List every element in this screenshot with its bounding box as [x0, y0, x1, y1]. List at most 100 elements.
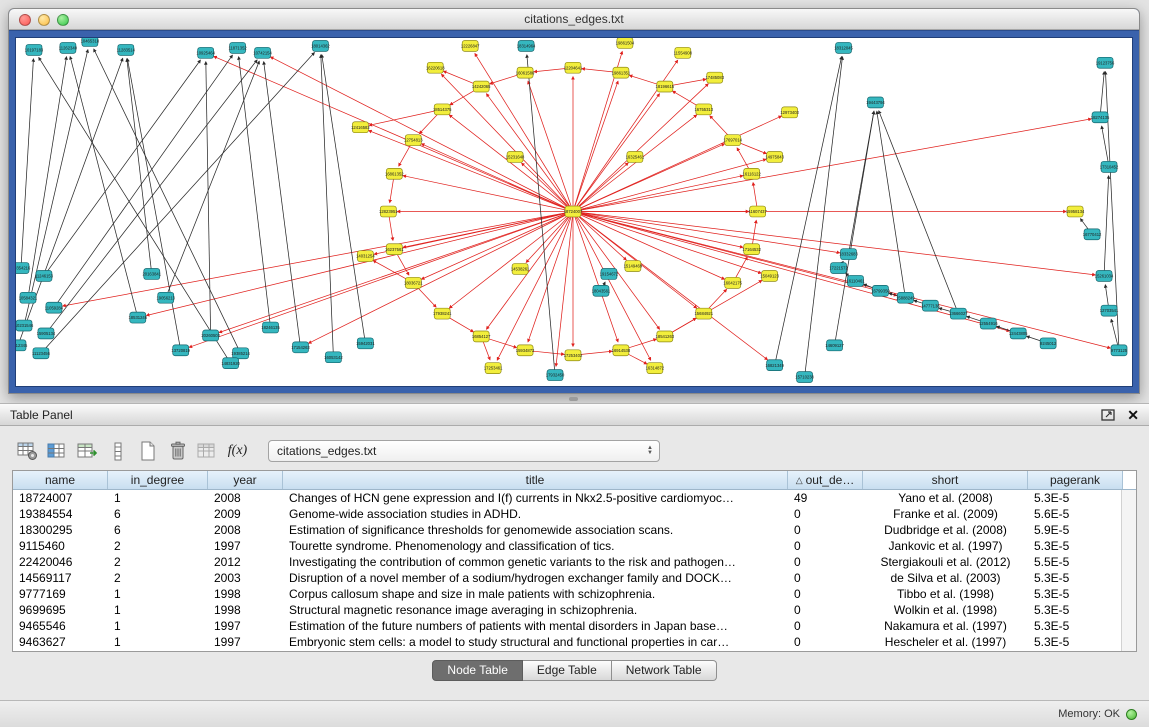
cell-in_degree[interactable]: 6	[108, 506, 208, 522]
cell-pagerank[interactable]: 5.3E-5	[1028, 634, 1123, 650]
panel-splitter-handle[interactable]	[569, 397, 578, 401]
graph-node[interactable]: 17154263	[291, 342, 310, 353]
graph-node[interactable]: 15905134	[37, 328, 56, 339]
float-panel-icon[interactable]	[1101, 409, 1115, 421]
cell-title[interactable]: Investigating the contribution of common…	[283, 554, 788, 570]
graph-node[interactable]: 14831920	[221, 358, 240, 369]
graph-node[interactable]: 18314964	[517, 40, 536, 51]
graph-node[interactable]: 15710238	[795, 372, 814, 383]
cell-name[interactable]: 19384554	[13, 506, 108, 522]
cell-name[interactable]: 9777169	[13, 586, 108, 602]
cell-name[interactable]: 9465546	[13, 618, 108, 634]
column-header-in_degree[interactable]: in_degree	[108, 471, 208, 489]
graph-node[interactable]: 16053142	[324, 352, 343, 363]
graph-node[interactable]: 17253461	[484, 363, 503, 374]
graph-node[interactable]: 15149469	[624, 261, 643, 272]
cell-title[interactable]: Corpus callosum shape and size in male p…	[283, 586, 788, 602]
graph-node[interactable]: 18312045	[834, 42, 853, 53]
graph-node[interactable]: 10465318	[81, 38, 100, 46]
graph-node[interactable]: 11283514	[117, 44, 136, 55]
cell-year[interactable]: 2008	[208, 522, 283, 538]
graph-node[interactable]: 13666027	[949, 308, 968, 319]
cell-name[interactable]: 14569117	[13, 570, 108, 586]
graph-node[interactable]: 9245012	[1040, 338, 1057, 349]
graph-node[interactable]: 18274135	[1091, 112, 1110, 123]
graph-node[interactable]: 15231648	[506, 152, 525, 163]
table-row[interactable]: 1456911722003Disruption of a novel membe…	[13, 570, 1136, 586]
graph-node[interactable]: 17164532	[742, 244, 761, 255]
new-document-button[interactable]	[134, 439, 161, 463]
cell-short[interactable]: Yano et al. (2008)	[863, 490, 1028, 506]
cell-out_degree[interactable]: 0	[788, 618, 863, 634]
cell-in_degree[interactable]: 1	[108, 618, 208, 634]
graph-node[interactable]: 16110461	[846, 275, 865, 286]
table-row[interactable]: 1872400712008Changes of HCN gene express…	[13, 490, 1136, 506]
zoom-window-button[interactable]	[57, 14, 69, 26]
table-row[interactable]: 1938455462009Genome-wide association stu…	[13, 506, 1136, 522]
table-row[interactable]: 2242004622012Investigating the contribut…	[13, 554, 1136, 570]
cell-name[interactable]: 9699695	[13, 602, 108, 618]
delete-button[interactable]	[164, 439, 191, 463]
graph-node[interactable]: 12416582	[351, 122, 370, 133]
graph-node[interactable]: 11871352	[228, 42, 247, 53]
graph-node[interactable]: 10231546	[16, 320, 34, 331]
graph-node[interactable]: 15958134	[1066, 206, 1085, 217]
graph-node[interactable]: 11123456	[32, 348, 51, 359]
graph-node[interactable]: 19123756	[1096, 57, 1115, 68]
graph-node[interactable]: 16314872	[646, 363, 665, 374]
cell-short[interactable]: Dudbridge et al. (2008)	[863, 522, 1028, 538]
table-row[interactable]: 1830029562008Estimation of significance …	[13, 522, 1136, 538]
graph-node[interactable]: 14777138	[921, 300, 940, 311]
table-row[interactable]: 946554611997Estimation of the future num…	[13, 618, 1136, 634]
cell-out_degree[interactable]: 49	[788, 490, 863, 506]
graph-node[interactable]: 14538261	[511, 264, 530, 275]
cell-pagerank[interactable]: 5.3E-5	[1028, 586, 1123, 602]
graph-node[interactable]: 12823951	[379, 206, 398, 217]
cell-in_degree[interactable]: 6	[108, 522, 208, 538]
cell-year[interactable]: 1998	[208, 586, 283, 602]
cell-in_degree[interactable]: 1	[108, 586, 208, 602]
cell-year[interactable]: 2009	[208, 506, 283, 522]
cell-pagerank[interactable]: 5.3E-5	[1028, 538, 1123, 554]
cell-title[interactable]: Changes of HCN gene expression and I(f) …	[283, 490, 788, 506]
cell-out_degree[interactable]: 0	[788, 634, 863, 650]
graph-node[interactable]: 16325461	[626, 152, 645, 163]
graph-node[interactable]: 14609127	[825, 340, 844, 351]
cell-pagerank[interactable]: 5.3E-5	[1028, 618, 1123, 634]
graph-node[interactable]: 12554916	[979, 318, 998, 329]
graph-node[interactable]: 12226847	[461, 40, 480, 51]
network-graph[interactable]: 1872400711607437161161221769701416755313…	[16, 38, 1132, 386]
cell-title[interactable]: Estimation of significance thresholds fo…	[283, 522, 788, 538]
cell-short[interactable]: Stergiakouli et al. (2012)	[863, 554, 1028, 570]
graph-node[interactable]: 15934872	[516, 345, 535, 356]
graph-node[interactable]: 18332683	[839, 249, 858, 260]
graph-node[interactable]: 16799350	[871, 285, 890, 296]
cell-year[interactable]: 2012	[208, 554, 283, 570]
cell-in_degree[interactable]: 1	[108, 602, 208, 618]
cell-short[interactable]: Tibbo et al. (1998)	[863, 586, 1028, 602]
graph-node[interactable]: 16755313	[694, 104, 713, 115]
cell-title[interactable]: Embryonic stem cells: a model to study s…	[283, 634, 788, 650]
cell-year[interactable]: 1998	[208, 602, 283, 618]
row-tool-button[interactable]	[104, 439, 131, 463]
table-row[interactable]: 977716911998Corpus callosum shape and si…	[13, 586, 1136, 602]
graph-node[interactable]: 15261034	[1095, 270, 1114, 281]
cell-short[interactable]: Nakamura et al. (1997)	[863, 618, 1028, 634]
graph-node[interactable]: 10012345	[16, 340, 28, 351]
cell-year[interactable]: 1997	[208, 538, 283, 554]
function-builder-button[interactable]: f(x)	[224, 439, 251, 463]
cell-name[interactable]: 9463627	[13, 634, 108, 650]
graph-node[interactable]: 17310452	[1100, 161, 1119, 172]
graph-node[interactable]: 19154672	[600, 269, 619, 280]
cell-title[interactable]: Structural magnetic resonance image aver…	[283, 602, 788, 618]
graph-node[interactable]: 19385214	[231, 348, 250, 359]
cell-out_degree[interactable]: 0	[788, 570, 863, 586]
graph-node[interactable]: 13720819	[171, 345, 190, 356]
graph-node[interactable]: 17932450	[546, 370, 565, 381]
cell-out_degree[interactable]: 0	[788, 602, 863, 618]
graph-node[interactable]: 18531246	[129, 312, 148, 323]
graph-node[interactable]: 16116122	[743, 168, 762, 179]
graph-node[interactable]: 10197183	[25, 44, 44, 55]
graph-node[interactable]: 18541263	[656, 331, 675, 342]
graph-node[interactable]: 16237561	[385, 244, 404, 255]
